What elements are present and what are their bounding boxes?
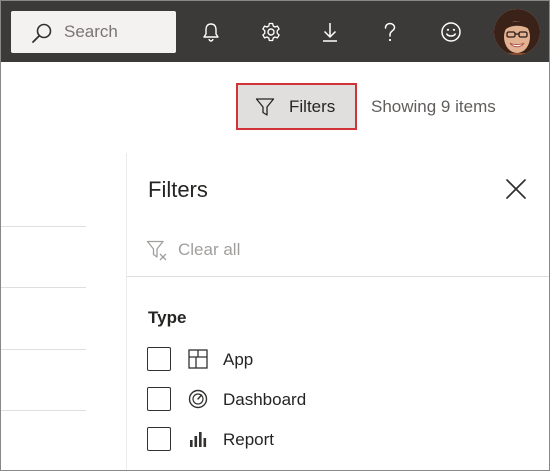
dashboard-icon [188, 389, 208, 409]
avatar-image [494, 9, 540, 55]
app-icon [188, 349, 208, 369]
dashboard-option-label: Dashboard [223, 390, 307, 409]
top-bar: Search [1, 1, 549, 62]
list-row-divider [1, 226, 86, 227]
filters-button[interactable]: Filters [236, 83, 357, 130]
list-row-divider [1, 349, 86, 350]
feedback-button[interactable] [432, 13, 470, 51]
clear-filter-icon [146, 240, 167, 261]
search-placeholder: Search [64, 22, 118, 41]
close-icon[interactable] [502, 175, 530, 203]
filter-pane: Filters Clear all Type App Dashboard Rep… [126, 153, 549, 470]
filter-pane-title: Filters [148, 177, 208, 202]
list-row-divider [1, 287, 86, 288]
filter-section-title: Type [148, 308, 187, 327]
download-button[interactable] [311, 13, 349, 51]
bell-icon [203, 23, 219, 42]
notifications-button[interactable] [192, 13, 230, 51]
search-icon [32, 23, 52, 43]
download-icon [323, 23, 337, 42]
report-checkbox[interactable] [147, 427, 171, 451]
filter-option-dashboard[interactable]: Dashboard [147, 387, 367, 413]
dashboard-checkbox[interactable] [147, 387, 171, 411]
filters-button-label: Filters [289, 97, 336, 116]
app-option-label: App [223, 350, 254, 369]
help-icon [384, 22, 396, 42]
search-box[interactable]: Search [11, 11, 176, 53]
report-option-label: Report [223, 430, 275, 449]
item-count: Showing 9 items [371, 97, 496, 116]
gear-icon [262, 22, 280, 42]
app-checkbox[interactable] [147, 347, 171, 371]
filter-option-app[interactable]: App [147, 347, 367, 373]
divider [127, 276, 549, 277]
filter-option-report[interactable]: Report [147, 427, 367, 453]
report-icon [190, 432, 207, 447]
funnel-icon [255, 98, 275, 116]
settings-button[interactable] [252, 13, 290, 51]
clear-all-label: Clear all [178, 240, 241, 259]
list-row-divider [1, 410, 86, 411]
user-avatar[interactable] [494, 9, 540, 55]
smiley-icon [441, 22, 461, 42]
app-window: Search Filters Showing 9 items Filters C… [0, 0, 550, 471]
help-button[interactable] [371, 13, 409, 51]
